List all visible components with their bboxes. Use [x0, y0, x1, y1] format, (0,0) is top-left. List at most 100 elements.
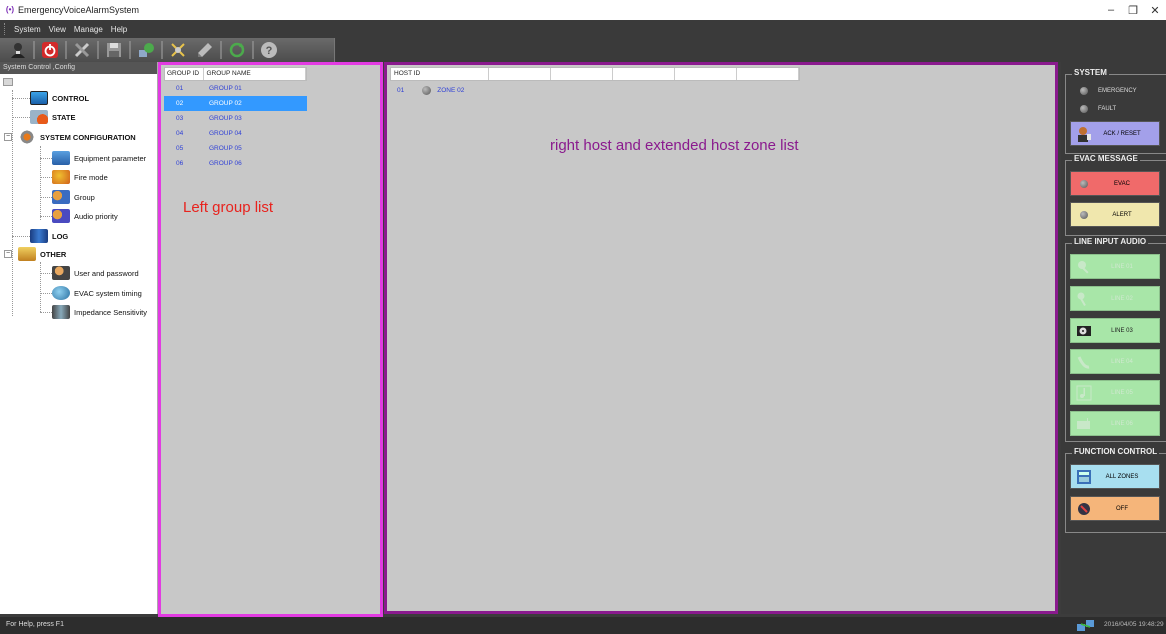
tree-item-evac-system-timing[interactable]: EVAC system timing [52, 286, 142, 300]
zone-name-cell: ZONE 02 [437, 87, 465, 94]
group-row[interactable]: 05 GROUP 05 [164, 141, 307, 156]
system-group-title: SYSTEM [1072, 68, 1109, 77]
pen-icon[interactable] [193, 39, 217, 61]
alert-button[interactable]: ALERT [1070, 202, 1160, 227]
expand-toggle[interactable]: − [4, 133, 12, 141]
app-window: (•) EmergencyVoiceAlarmSystem – ❐ ✕ Syst… [0, 0, 1166, 634]
tools-icon[interactable] [70, 39, 94, 61]
column-header-group-name[interactable]: GROUP NAME [204, 68, 306, 80]
zone-list-panel: HOST ID 01 ZONE 02 right host and extend… [384, 62, 1058, 614]
menu-view[interactable]: View [45, 25, 70, 34]
menu-system[interactable]: System [10, 25, 45, 34]
column-header-group-id[interactable]: GROUP ID [165, 68, 205, 80]
folder-icon [3, 78, 13, 86]
power-icon[interactable] [38, 39, 62, 61]
gear-icon [18, 130, 36, 144]
emergency-indicator: EMERGENCY [1080, 87, 1137, 95]
group-row[interactable]: 04 GROUP 04 [164, 126, 307, 141]
tree-connector [40, 216, 52, 217]
globe-timing-icon [52, 286, 70, 300]
tree-item-control[interactable]: CONTROL [30, 91, 89, 105]
audio-priority-icon [52, 209, 70, 223]
group-name-cell: GROUP 04 [209, 130, 242, 137]
group-table: GROUP ID GROUP NAME 01 GROUP 01 02 GROUP… [164, 67, 307, 171]
tree-item-other[interactable]: OTHER [18, 247, 66, 261]
control-panel: SYSTEM EMERGENCY FAULT ACK / RESET EVAC … [1061, 62, 1166, 614]
tree-connector [40, 177, 52, 178]
save-icon[interactable] [102, 39, 126, 61]
status-bar: For Help, press F1 2016/04/05 19:48:29 [0, 617, 1166, 634]
restore-button[interactable]: ❐ [1122, 0, 1144, 20]
close-button[interactable]: ✕ [1144, 0, 1166, 20]
function-control-group: FUNCTION CONTROL ALL ZONES OFF [1065, 447, 1166, 533]
minimize-button[interactable]: – [1100, 0, 1122, 20]
settings-icon[interactable] [166, 39, 190, 61]
group-row-selected[interactable]: 02 GROUP 02 [164, 96, 307, 111]
cd-player-icon [1075, 322, 1093, 340]
tree-connector [40, 312, 52, 313]
zone-row[interactable]: 01 ZONE 02 [397, 86, 464, 95]
toolbar-separator [33, 41, 35, 59]
network-icon[interactable] [134, 39, 158, 61]
menu-bar: System View Manage Help [0, 20, 1166, 38]
all-zones-button[interactable]: ALL ZONES [1070, 464, 1160, 489]
line-02-button[interactable]: LINE 02 [1070, 286, 1160, 311]
group-row[interactable]: 06 GROUP 06 [164, 156, 307, 171]
toolbar: ? [0, 38, 335, 62]
line-03-button[interactable]: LINE 03 [1070, 318, 1160, 343]
line-06-button[interactable]: LINE 06 [1070, 411, 1160, 436]
tree-item-equipment-parameter[interactable]: Equipment parameter [52, 151, 146, 165]
tree-item-system-configuration[interactable]: SYSTEM CONFIGURATION [18, 130, 136, 144]
tree-connector [12, 98, 30, 99]
tree-item-group[interactable]: Group [52, 190, 95, 204]
off-button[interactable]: OFF [1070, 496, 1160, 521]
group-row[interactable]: 01 GROUP 01 [164, 81, 307, 96]
line-05-button[interactable]: LINE 05 [1070, 380, 1160, 405]
menu-manage[interactable]: Manage [70, 25, 107, 34]
menu-help[interactable]: Help [107, 25, 131, 34]
column-header-blank [613, 68, 675, 80]
log-icon [30, 229, 48, 243]
group-list-panel: GROUP ID GROUP NAME 01 GROUP 01 02 GROUP… [158, 62, 383, 617]
tree-item-impedance-sensitivity[interactable]: Impedance Sensitivity [52, 305, 147, 319]
column-header-blank [675, 68, 737, 80]
equipment-icon [52, 151, 70, 165]
tree-connector [40, 293, 52, 294]
zone-table-header: HOST ID [390, 67, 800, 81]
toolbar-separator [97, 41, 99, 59]
toolbar-separator [252, 41, 254, 59]
line-01-button[interactable]: LINE 01 [1070, 254, 1160, 279]
system-group: SYSTEM EMERGENCY FAULT ACK / RESET [1065, 68, 1166, 154]
tree-item-audio-priority[interactable]: Audio priority [52, 209, 118, 223]
impedance-icon [52, 305, 70, 319]
group-row[interactable]: 03 GROUP 03 [164, 111, 307, 126]
svg-text:?: ? [266, 45, 273, 57]
network-status-icon [1076, 619, 1096, 632]
help-icon[interactable]: ? [257, 39, 281, 61]
evac-message-title: EVAC MESSAGE [1072, 154, 1140, 163]
column-header-blank [489, 68, 551, 80]
tree-item-user-and-password[interactable]: User and password [52, 266, 139, 280]
group-name-cell: GROUP 02 [209, 100, 242, 107]
evac-button[interactable]: EVAC [1070, 171, 1160, 196]
tree-item-state[interactable]: STATE [30, 110, 75, 124]
toolbar-separator [161, 41, 163, 59]
toolbar-separator [220, 41, 222, 59]
column-header-host-id[interactable]: HOST ID [391, 68, 489, 80]
group-name-cell: GROUP 03 [209, 115, 242, 122]
refresh-icon[interactable] [225, 39, 249, 61]
line-04-button[interactable]: LINE 04 [1070, 349, 1160, 374]
ack-reset-button[interactable]: ACK / RESET [1070, 121, 1160, 146]
tree-item-fire-mode[interactable]: Fire mode [52, 170, 108, 184]
user-icon[interactable] [6, 39, 30, 61]
handheld-mic-icon [1075, 290, 1093, 308]
group-icon [52, 190, 70, 204]
host-id-cell: 01 [397, 87, 405, 94]
tree-item-log[interactable]: LOG [30, 229, 68, 243]
alert-led-icon [1075, 206, 1093, 224]
zone-list-annotation: right host and extended host zone list [550, 137, 799, 154]
monitor-icon [30, 91, 48, 105]
expand-toggle[interactable]: − [4, 250, 12, 258]
title-bar: (•) EmergencyVoiceAlarmSystem – ❐ ✕ [0, 0, 1166, 20]
navigation-tree: System Control ,Config − − CONTROL STATE… [0, 62, 158, 614]
